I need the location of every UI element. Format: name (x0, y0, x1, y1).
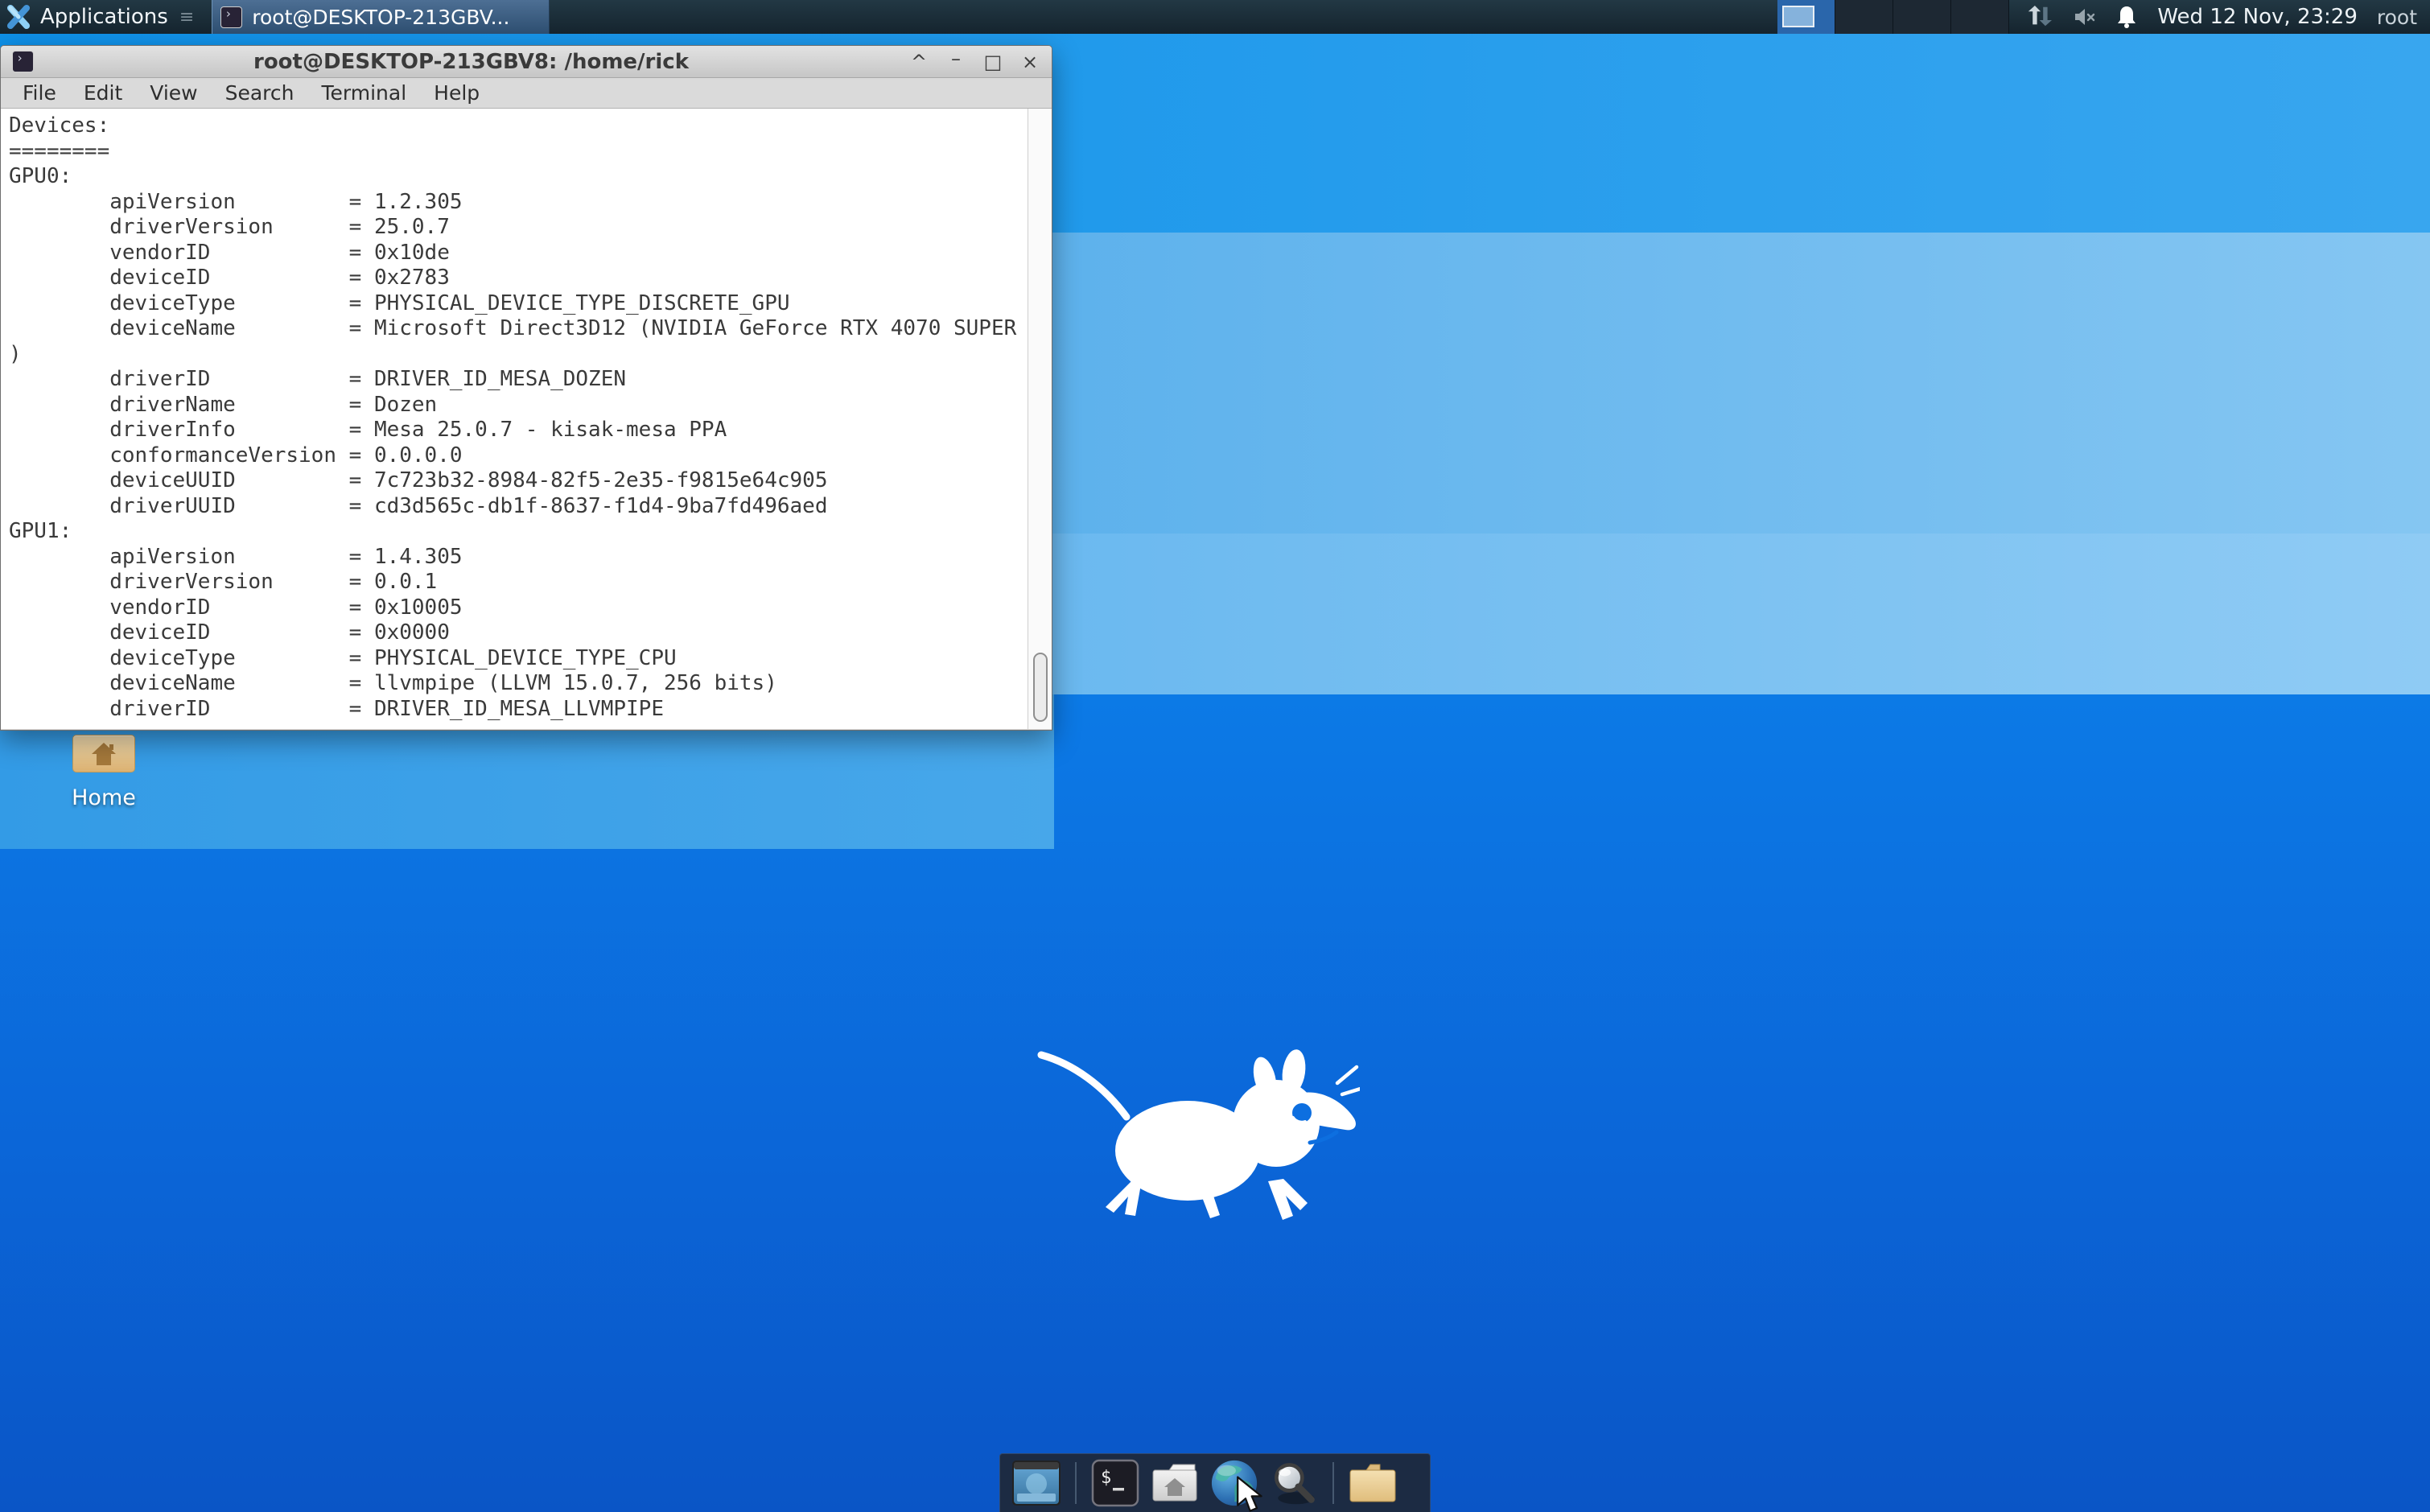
volume-muted-icon[interactable] (2074, 7, 2096, 27)
close-button[interactable]: × (1019, 51, 1040, 73)
shade-button[interactable]: ^ (908, 51, 929, 73)
dock-app-finder-icon[interactable] (1269, 1458, 1319, 1508)
workspace-1[interactable] (1777, 0, 1836, 34)
panel-clock[interactable]: Wed 12 Nov, 23:29 (2157, 5, 2358, 29)
mouse-tail (1037, 1051, 1131, 1121)
menu-terminal[interactable]: Terminal (309, 80, 418, 106)
xfce-mouse-logo (1030, 1036, 1365, 1225)
menu-search[interactable]: Search (213, 80, 307, 106)
menu-view[interactable]: View (138, 80, 209, 106)
desktop-home-icon[interactable]: Home (71, 735, 137, 810)
mouse-whisker (1335, 1065, 1359, 1086)
dock-home-folder-icon[interactable] (1150, 1458, 1200, 1508)
panel-status-area: Wed 12 Nov, 23:29 root (2009, 5, 2430, 29)
mouse-back-foot (1106, 1180, 1141, 1216)
top-panel: Applications ≡ › root@DESKTOP-213GBV... (0, 0, 2430, 34)
dock: $ (999, 1453, 1431, 1512)
dock-file-manager-icon[interactable] (1348, 1458, 1398, 1508)
svg-text:$: $ (1101, 1468, 1111, 1488)
mouse-front-foot (1268, 1179, 1308, 1220)
menu-help[interactable]: Help (422, 80, 492, 106)
dock-separator (1332, 1462, 1334, 1504)
dock-separator (1075, 1462, 1077, 1504)
workspace-pager (1777, 0, 2010, 34)
notification-bell-icon[interactable] (2115, 5, 2138, 29)
minimize-button[interactable]: – (945, 47, 966, 70)
workspace-4[interactable] (1951, 0, 2010, 34)
terminal-menubar: File Edit View Search Terminal Help (1, 78, 1052, 109)
window-terminal-icon: › (12, 51, 34, 72)
mouse-mid-foot (1202, 1196, 1220, 1218)
dock-terminal-icon[interactable]: $ (1090, 1458, 1140, 1508)
xubuntu-logo-icon (7, 5, 30, 29)
terminal-scrollbar-thumb[interactable] (1033, 653, 1048, 722)
taskbar-window-label: root@DESKTOP-213GBV... (252, 5, 510, 29)
workspace-window-thumb (1782, 6, 1815, 27)
desktop-screen: Applications ≡ › root@DESKTOP-213GBV... (0, 0, 2430, 1512)
terminal-window: › root@DESKTOP-213GBV8: /home/rick ^ – □… (0, 45, 1052, 731)
terminal-output-area[interactable]: Devices: ======== GPU0: apiVersion = 1.2… (1, 109, 1052, 729)
window-title: root@DESKTOP-213GBV8: /home/rick (253, 49, 689, 74)
terminal-scrollbar[interactable] (1028, 109, 1052, 729)
home-folder-icon (72, 735, 135, 772)
panel-grip-icon[interactable]: ≡ (179, 7, 194, 27)
menu-edit[interactable]: Edit (72, 80, 134, 106)
terminal-icon: › (220, 6, 243, 28)
panel-user-label[interactable]: root (2377, 6, 2417, 29)
applications-menu-button[interactable]: Applications ≡ (0, 0, 202, 34)
terminal-output-text: Devices: ======== GPU0: apiVersion = 1.2… (9, 113, 1017, 721)
dock-desktop-icon[interactable] (1011, 1458, 1061, 1508)
menu-file[interactable]: File (10, 80, 68, 106)
workspace-3[interactable] (1893, 0, 1952, 34)
workspace-2[interactable] (1835, 0, 1894, 34)
maximize-button[interactable]: □ (982, 51, 1003, 73)
mouse-whisker (1340, 1086, 1365, 1097)
applications-label: Applications (40, 5, 168, 29)
terminal-titlebar[interactable]: › root@DESKTOP-213GBV8: /home/rick ^ – □… (1, 46, 1052, 78)
network-icon[interactable] (2027, 6, 2054, 28)
taskbar-window-button[interactable]: › root@DESKTOP-213GBV... (212, 0, 550, 34)
home-icon-label: Home (72, 785, 136, 810)
mouse-cursor (1234, 1476, 1268, 1512)
